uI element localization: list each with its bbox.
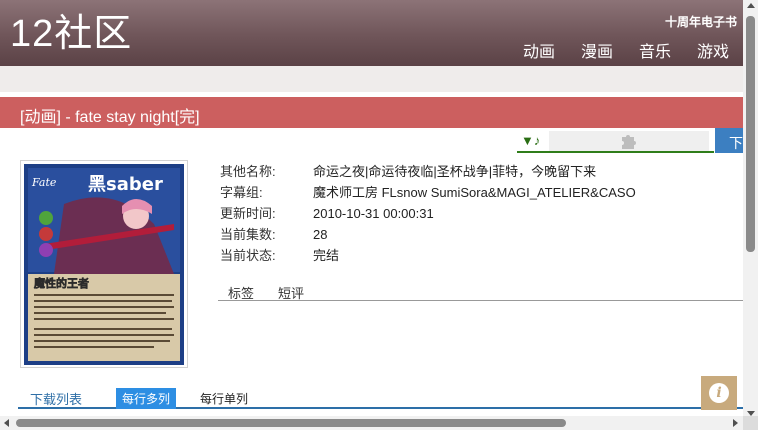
info-button[interactable]: i: [701, 376, 737, 410]
page-title-bar: [动画] - fate stay night[完]: [0, 97, 743, 128]
info-value: 命运之夜|命运待夜临|圣杯战争|菲特，今晚留下来: [313, 164, 597, 179]
info-key: 当前集数:: [220, 227, 276, 242]
poster-caption: 魔性的王者: [34, 276, 89, 290]
site-logo[interactable]: 12社区: [10, 12, 132, 56]
poster-image[interactable]: Fate 黑saber 魔性的王者: [24, 164, 184, 365]
info-value: 2010-10-31 00:00:31: [313, 206, 434, 221]
info-row-alias: 其他名称: 命运之夜|命运待夜临|圣杯战争|菲特，今晚留下来: [220, 163, 636, 184]
header-band: [0, 66, 743, 92]
single-column-toggle[interactable]: 每行单列: [200, 390, 248, 407]
info-icon: i: [709, 383, 729, 403]
poster-art: Fate 黑saber 魔性的王者: [24, 164, 184, 365]
info-key: 当前状态:: [220, 248, 276, 263]
page-title: [动画] - fate stay night[完]: [20, 109, 200, 126]
main-nav: 动画 漫画 音乐 游戏: [523, 38, 729, 62]
download-button[interactable]: 下: [715, 128, 743, 153]
scroll-up-icon[interactable]: [747, 3, 755, 8]
horizontal-scroll-thumb[interactable]: [16, 419, 566, 427]
play-note-icon[interactable]: ▼♪: [521, 133, 540, 148]
info-row-episodes: 当前集数: 28: [220, 226, 636, 247]
poster-title: 黑saber: [88, 174, 163, 195]
puzzle-icon: [622, 135, 636, 149]
nav-music[interactable]: 音乐: [639, 38, 671, 62]
anime-info: 其他名称: 命运之夜|命运待夜临|圣杯战争|菲特，今晚留下来 字幕组: 魔术师工…: [220, 163, 636, 268]
tab-tags[interactable]: 标签: [228, 283, 254, 302]
scroll-right-icon[interactable]: [733, 419, 738, 427]
nav-games[interactable]: 游戏: [697, 38, 729, 62]
nav-manga[interactable]: 漫画: [581, 38, 613, 62]
download-list-title[interactable]: 下载列表: [30, 389, 82, 408]
vertical-scrollbar[interactable]: [743, 0, 758, 430]
info-row-updated: 更新时间: 2010-10-31 00:00:31: [220, 205, 636, 226]
music-player: ▼♪: [517, 131, 714, 153]
info-value: 魔术师工房 FLsnow SumiSora&MAGI_ATELIER&CASO: [313, 185, 636, 200]
download-list-bar: 下载列表 每行多列 每行单列: [18, 387, 743, 409]
plugin-placeholder[interactable]: [549, 131, 709, 151]
info-row-subgroup: 字幕组: 魔术师工房 FLsnow SumiSora&MAGI_ATELIER&…: [220, 184, 636, 205]
info-key: 其他名称:: [220, 164, 276, 179]
info-value: 完结: [313, 248, 340, 263]
info-key: 更新时间:: [220, 206, 276, 221]
info-row-status: 当前状态: 完结: [220, 247, 636, 268]
multi-column-toggle[interactable]: 每行多列: [116, 388, 177, 409]
info-value: 28: [313, 227, 328, 242]
info-key: 字幕组:: [220, 185, 263, 200]
detail-tabs: 标签 短评: [218, 281, 743, 301]
anniversary-link[interactable]: 十周年电子书: [665, 13, 737, 30]
poster-logo: Fate: [31, 176, 57, 189]
scroll-left-icon[interactable]: [4, 419, 9, 427]
vertical-scroll-thumb[interactable]: [746, 16, 755, 252]
tab-reviews[interactable]: 短评: [278, 283, 304, 302]
horizontal-scrollbar[interactable]: [0, 416, 743, 430]
site-header: 12社区 十周年电子书 动画 漫画 音乐 游戏: [0, 0, 743, 66]
poster-frame: Fate 黑saber 魔性的王者: [20, 160, 188, 368]
scrollbar-corner: [743, 416, 758, 430]
nav-anime[interactable]: 动画: [523, 38, 555, 62]
